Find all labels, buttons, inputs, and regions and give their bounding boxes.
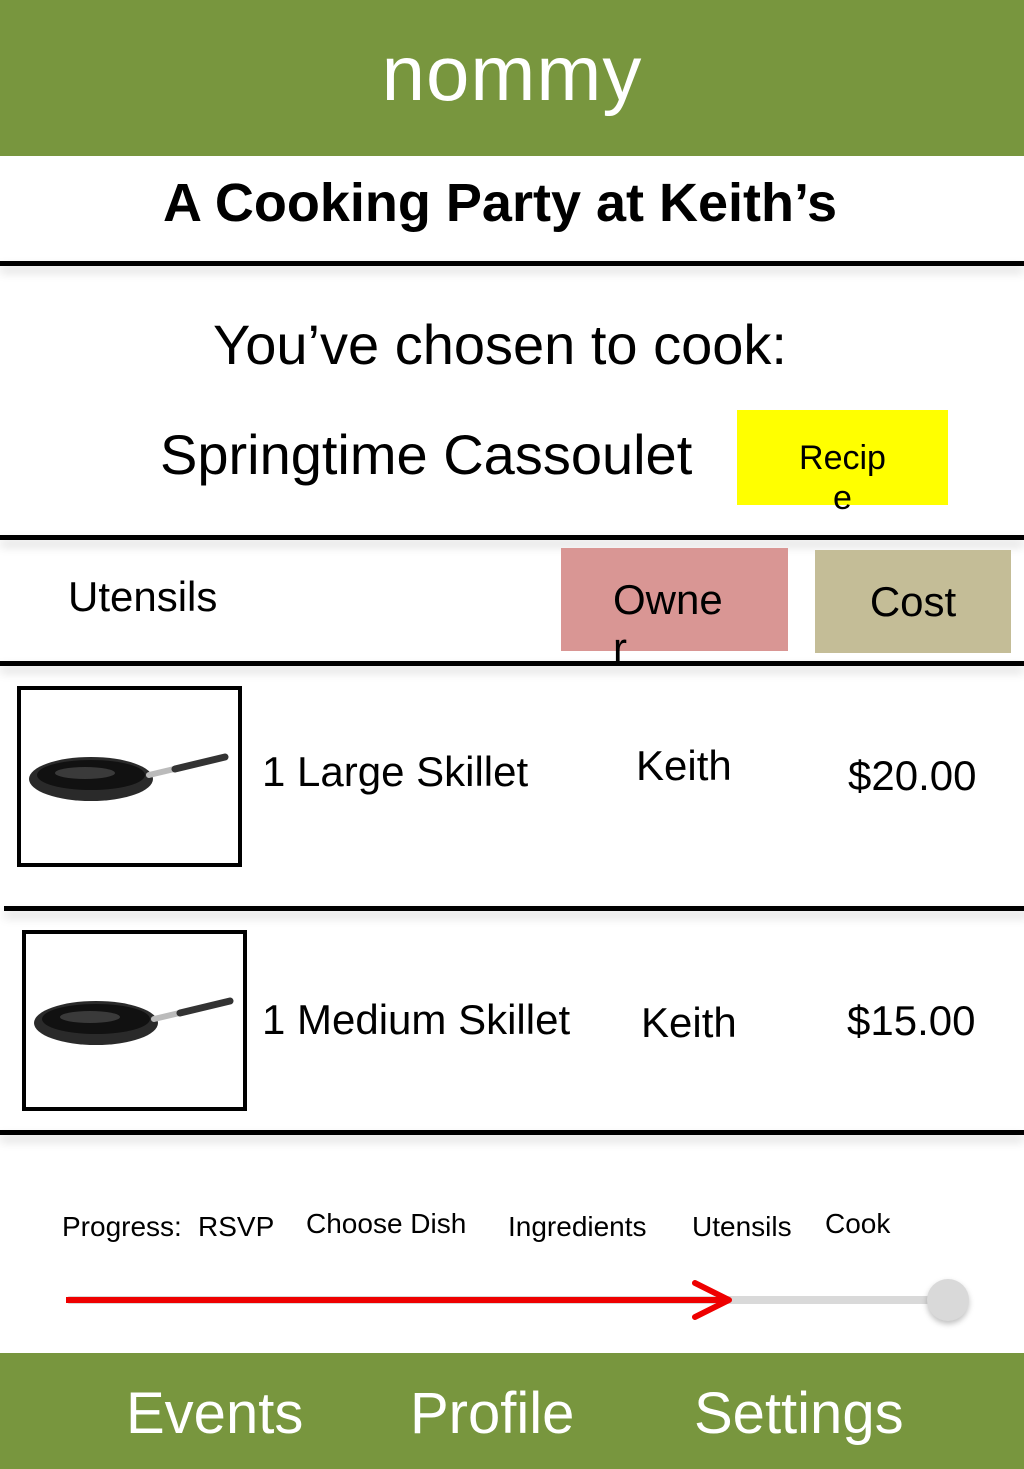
progress-fill	[66, 1297, 727, 1303]
progress-label: Progress:	[62, 1211, 182, 1242]
skillet-icon	[28, 753, 228, 801]
table-row-image	[22, 930, 247, 1111]
progress-step-cook: Cook	[825, 1208, 891, 1239]
progress-step-utensils: Utensils	[692, 1211, 792, 1242]
recipe-button[interactable]: Recipe	[737, 410, 948, 517]
app-header: nommy	[0, 0, 1024, 156]
nav-events[interactable]: Events	[126, 1380, 303, 1447]
divider	[0, 261, 1024, 266]
table-row-name: 1 Medium Skillet	[262, 996, 571, 1043]
table-row-name: 1 Large Skillet	[262, 748, 529, 795]
divider	[4, 906, 1024, 911]
progress-step-choose-dish: Choose Dish	[306, 1208, 467, 1239]
arrow-right-icon	[692, 1280, 732, 1320]
divider	[0, 661, 1024, 666]
progress-slider-handle[interactable]	[927, 1279, 969, 1321]
progress-step-ingredients: Ingredients	[508, 1211, 647, 1242]
dish-name: Springtime Cassoulet	[160, 423, 693, 486]
table-row-cost: $20.00	[848, 752, 977, 799]
divider	[0, 1130, 1024, 1135]
table-row-image	[17, 686, 242, 867]
event-title: A Cooking Party at Keith’s	[162, 173, 838, 233]
table-row-cost: $15.00	[847, 997, 976, 1044]
column-header-cost[interactable]: Cost	[815, 550, 1011, 653]
chosen-label: You’ve chosen to cook:	[213, 313, 787, 376]
progress-step-rsvp: RSVP	[198, 1211, 275, 1242]
recipe-button-label: Recipe	[799, 439, 886, 517]
nav-settings[interactable]: Settings	[694, 1380, 904, 1447]
column-header-owner[interactable]: Owner	[561, 548, 788, 671]
skillet-icon	[33, 997, 233, 1045]
divider	[0, 535, 1024, 540]
nav-profile[interactable]: Profile	[410, 1380, 574, 1447]
table-row-owner: Keith	[641, 999, 737, 1046]
table-row-owner: Keith	[636, 742, 732, 789]
app-title: nommy	[381, 28, 643, 117]
column-header-utensils: Utensils	[68, 573, 218, 620]
owner-label: Owner	[613, 576, 723, 671]
